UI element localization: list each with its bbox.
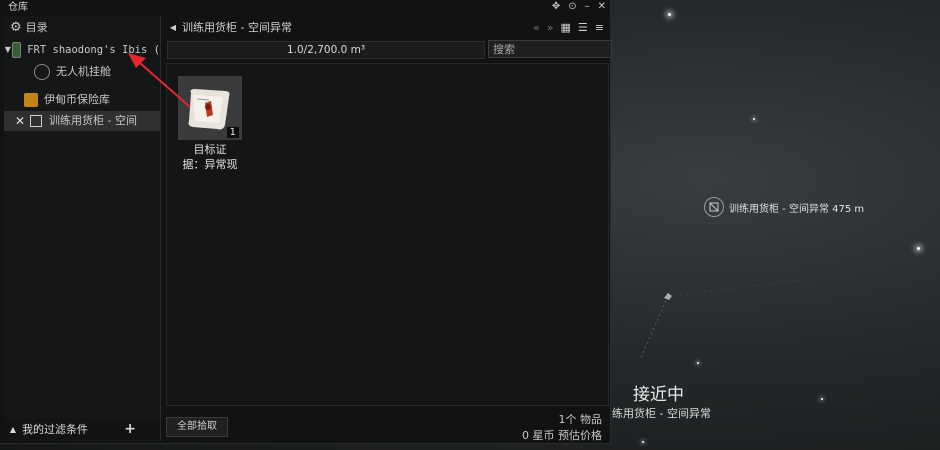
- container-title: 训练用货柜 - 空间异常: [182, 21, 292, 34]
- ship-hangar-icon: [11, 42, 22, 58]
- tree-item-vault[interactable]: 伊甸币保险库: [4, 90, 160, 110]
- approach-target: 练用货柜 - 空间异常: [612, 407, 711, 420]
- tree-item-container[interactable]: ✕ 训练用货柜 - 空间: [4, 111, 160, 131]
- close-icon[interactable]: ✕: [10, 111, 30, 131]
- star: [917, 247, 920, 250]
- item-count: 1个 物品: [559, 411, 603, 427]
- filter-bar: ▲ 我的过滤条件 +: [4, 418, 160, 440]
- bracket-label: 训练用货柜 - 空间异常 475 m: [729, 203, 865, 215]
- price-value: 0 星币: [522, 429, 555, 442]
- minimize-icon[interactable]: –: [585, 1, 590, 12]
- icon-view-icon[interactable]: ▦: [561, 21, 571, 34]
- tree-item-label: 无人机挂舱: [56, 65, 111, 78]
- search-input[interactable]: [488, 40, 612, 58]
- star: [668, 13, 671, 16]
- settings-icon[interactable]: ⊙: [568, 1, 576, 12]
- price-label: 预估价格: [558, 429, 602, 442]
- drone-bay-icon: [34, 64, 50, 80]
- details-view-icon[interactable]: ☰: [578, 21, 588, 34]
- directory-header[interactable]: ⚙ 目录: [10, 20, 48, 36]
- container-header: ◀ 训练用货柜 - 空间异常 « » ▦ ☰ ≡: [164, 17, 608, 37]
- item-count-label: 物品: [580, 413, 602, 426]
- item-name: 目标证 据：异常现: [172, 142, 248, 172]
- list-view-icon[interactable]: ≡: [595, 21, 604, 34]
- navigate-back-icon[interactable]: «: [533, 21, 540, 34]
- tree-item-label: 训练用货柜 - 空间: [49, 114, 137, 127]
- window-title: 仓库: [8, 2, 28, 13]
- star: [753, 118, 755, 120]
- inventory-window: 仓库 ✥ ⊙ – ✕ ⚙ 目录 ▼ FRT shaodong's Ibis ( …: [0, 0, 612, 444]
- capacity-bar: 1.0/2,700.0 m³: [167, 41, 485, 59]
- filter-label[interactable]: 我的过滤条件: [22, 421, 88, 437]
- pick-all-button[interactable]: 全部拾取: [166, 417, 228, 437]
- add-filter-icon[interactable]: +: [124, 421, 136, 437]
- vault-icon: [24, 93, 38, 107]
- close-icon[interactable]: ✕: [598, 1, 606, 12]
- collapse-arrow-icon[interactable]: ▲: [4, 425, 22, 434]
- star: [642, 441, 644, 443]
- item-tile[interactable]: 1: [178, 76, 242, 140]
- expand-arrow-icon[interactable]: ▼: [4, 40, 12, 60]
- tree-item-drone-bay[interactable]: 无人机挂舱: [4, 62, 160, 82]
- gear-icon[interactable]: ⚙: [10, 20, 22, 36]
- container-icon: [30, 115, 42, 127]
- pin-icon[interactable]: ✥: [552, 1, 560, 12]
- tree-item-label: FRT shaodong's Ibis (: [27, 44, 160, 56]
- approach-status: 接近中: [633, 385, 684, 405]
- ship-trail: [639, 279, 801, 361]
- item-count-value: 1个: [558, 413, 577, 426]
- ship-icon[interactable]: [662, 290, 674, 302]
- container-bracket[interactable]: 训练用货柜 - 空间异常 475 m: [704, 197, 864, 217]
- back-arrow-icon[interactable]: ◀: [164, 23, 182, 32]
- item-quantity: 1: [226, 127, 239, 138]
- view-controls: « » ▦ ☰ ≡: [533, 17, 604, 37]
- container-bracket-icon: [704, 197, 724, 217]
- item-name-line1: 目标证: [193, 143, 227, 156]
- window-controls: ✥ ⊙ – ✕: [552, 1, 606, 12]
- navigate-forward-icon[interactable]: »: [547, 21, 554, 34]
- tree-item-label: 伊甸币保险库: [44, 93, 110, 106]
- star: [821, 398, 823, 400]
- estimated-price: 0 星币 预估价格: [522, 427, 602, 443]
- tree-item-ship[interactable]: ▼ FRT shaodong's Ibis (: [4, 40, 160, 60]
- directory-label: 目录: [25, 21, 48, 34]
- item-name-line2: 据：异常现: [182, 158, 238, 171]
- inventory-tree-panel: ⚙ 目录 ▼ FRT shaodong's Ibis ( 无人机挂舱 伊甸币保险…: [4, 16, 161, 441]
